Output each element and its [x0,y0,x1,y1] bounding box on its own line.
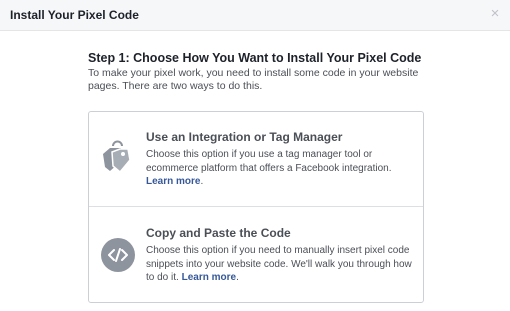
close-button[interactable]: × [488,6,502,22]
step-description: To make your pixel work, you need to ins… [88,67,419,92]
option-title: Use an Integration or Tag Manager [146,130,343,144]
option-integration[interactable]: Use an Integration or Tag Manager Choose… [89,112,423,207]
option-copy-paste[interactable]: Copy and Paste the Code Choose this opti… [89,207,423,302]
code-icon [101,238,135,272]
option-trailing-period: . [236,272,239,283]
tags-icon [103,140,131,174]
step-title: Step 1: Choose How You Want to Install Y… [88,51,422,65]
dialog-header: Install Your Pixel Code × [0,0,510,31]
learn-more-link[interactable]: Learn more [146,176,200,187]
install-options-panel: Use an Integration or Tag Manager Choose… [88,111,424,303]
install-pixel-dialog: Install Your Pixel Code × Step 1: Choose… [0,0,510,311]
option-description: Choose this option if you use a tag mana… [146,148,416,189]
dialog-title: Install Your Pixel Code [10,8,139,22]
option-title: Copy and Paste the Code [146,226,291,240]
option-trailing-period: . [200,176,204,187]
learn-more-link[interactable]: Learn more [182,272,236,283]
option-description-text: Choose this option if you use a tag mana… [146,149,392,174]
option-description: Choose this option if you need to manual… [146,244,416,285]
